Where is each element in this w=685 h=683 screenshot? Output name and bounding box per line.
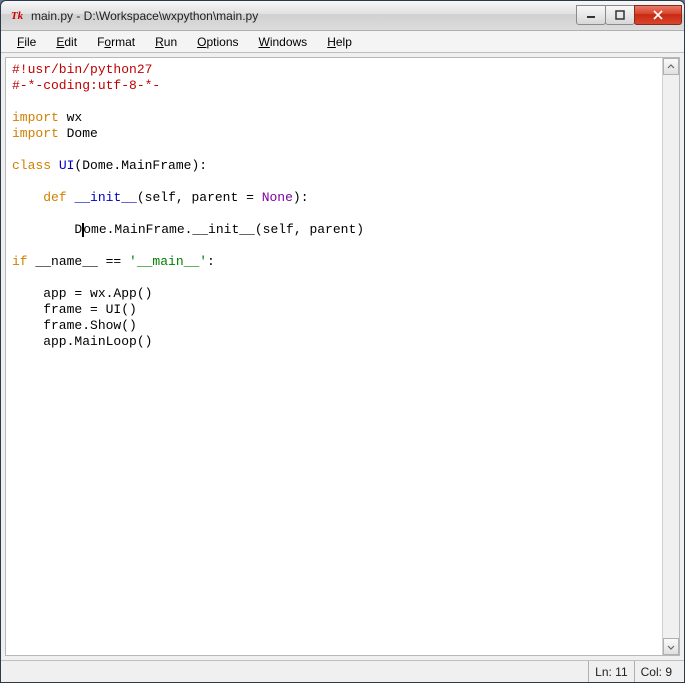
code-line: app = wx.App() — [12, 286, 656, 302]
scroll-down-button[interactable] — [663, 638, 679, 655]
editor-container: #!usr/bin/python27#-*-coding:utf-8-*- im… — [5, 57, 680, 656]
menu-file[interactable]: File — [7, 33, 46, 51]
maximize-icon — [615, 10, 625, 20]
code-line: import wx — [12, 110, 656, 126]
code-line: Dome.MainFrame.__init__(self, parent) — [12, 222, 656, 238]
code-line — [12, 206, 656, 222]
close-button[interactable] — [634, 5, 682, 25]
code-line: frame.Show() — [12, 318, 656, 334]
code-line: if __name__ == '__main__': — [12, 254, 656, 270]
code-line — [12, 270, 656, 286]
code-line: class UI(Dome.MainFrame): — [12, 158, 656, 174]
window-title: main.py - D:\Workspace\wxpython\main.py — [31, 9, 577, 23]
menubar: FileEditFormatRunOptionsWindowsHelp — [1, 31, 684, 53]
status-line: Ln: 11 — [588, 661, 633, 682]
menu-options[interactable]: Options — [187, 33, 248, 51]
menu-help[interactable]: Help — [317, 33, 362, 51]
scroll-track[interactable] — [663, 75, 679, 638]
vertical-scrollbar[interactable] — [662, 58, 679, 655]
scroll-up-button[interactable] — [663, 58, 679, 75]
window-buttons — [577, 5, 682, 25]
menu-edit[interactable]: Edit — [46, 33, 87, 51]
code-line — [12, 94, 656, 110]
code-line: #!usr/bin/python27 — [12, 62, 656, 78]
code-line — [12, 238, 656, 254]
app-icon: Tk — [9, 8, 25, 24]
code-line: #-*-coding:utf-8-*- — [12, 78, 656, 94]
app-window: Tk main.py - D:\Workspace\wxpython\main.… — [0, 0, 685, 683]
maximize-button[interactable] — [605, 5, 635, 25]
chevron-up-icon — [667, 63, 675, 71]
code-editor[interactable]: #!usr/bin/python27#-*-coding:utf-8-*- im… — [6, 58, 662, 655]
code-line — [12, 174, 656, 190]
statusbar: Ln: 11 Col: 9 — [1, 660, 684, 682]
minimize-button[interactable] — [576, 5, 606, 25]
menu-windows[interactable]: Windows — [249, 33, 318, 51]
code-line: app.MainLoop() — [12, 334, 656, 350]
code-line: def __init__(self, parent = None): — [12, 190, 656, 206]
code-line — [12, 142, 656, 158]
code-line: import Dome — [12, 126, 656, 142]
minimize-icon — [586, 10, 596, 20]
menu-run[interactable]: Run — [145, 33, 187, 51]
close-icon — [653, 10, 663, 20]
menu-format[interactable]: Format — [87, 33, 145, 51]
status-col: Col: 9 — [634, 661, 678, 682]
code-line: frame = UI() — [12, 302, 656, 318]
chevron-down-icon — [667, 643, 675, 651]
titlebar[interactable]: Tk main.py - D:\Workspace\wxpython\main.… — [1, 1, 684, 31]
